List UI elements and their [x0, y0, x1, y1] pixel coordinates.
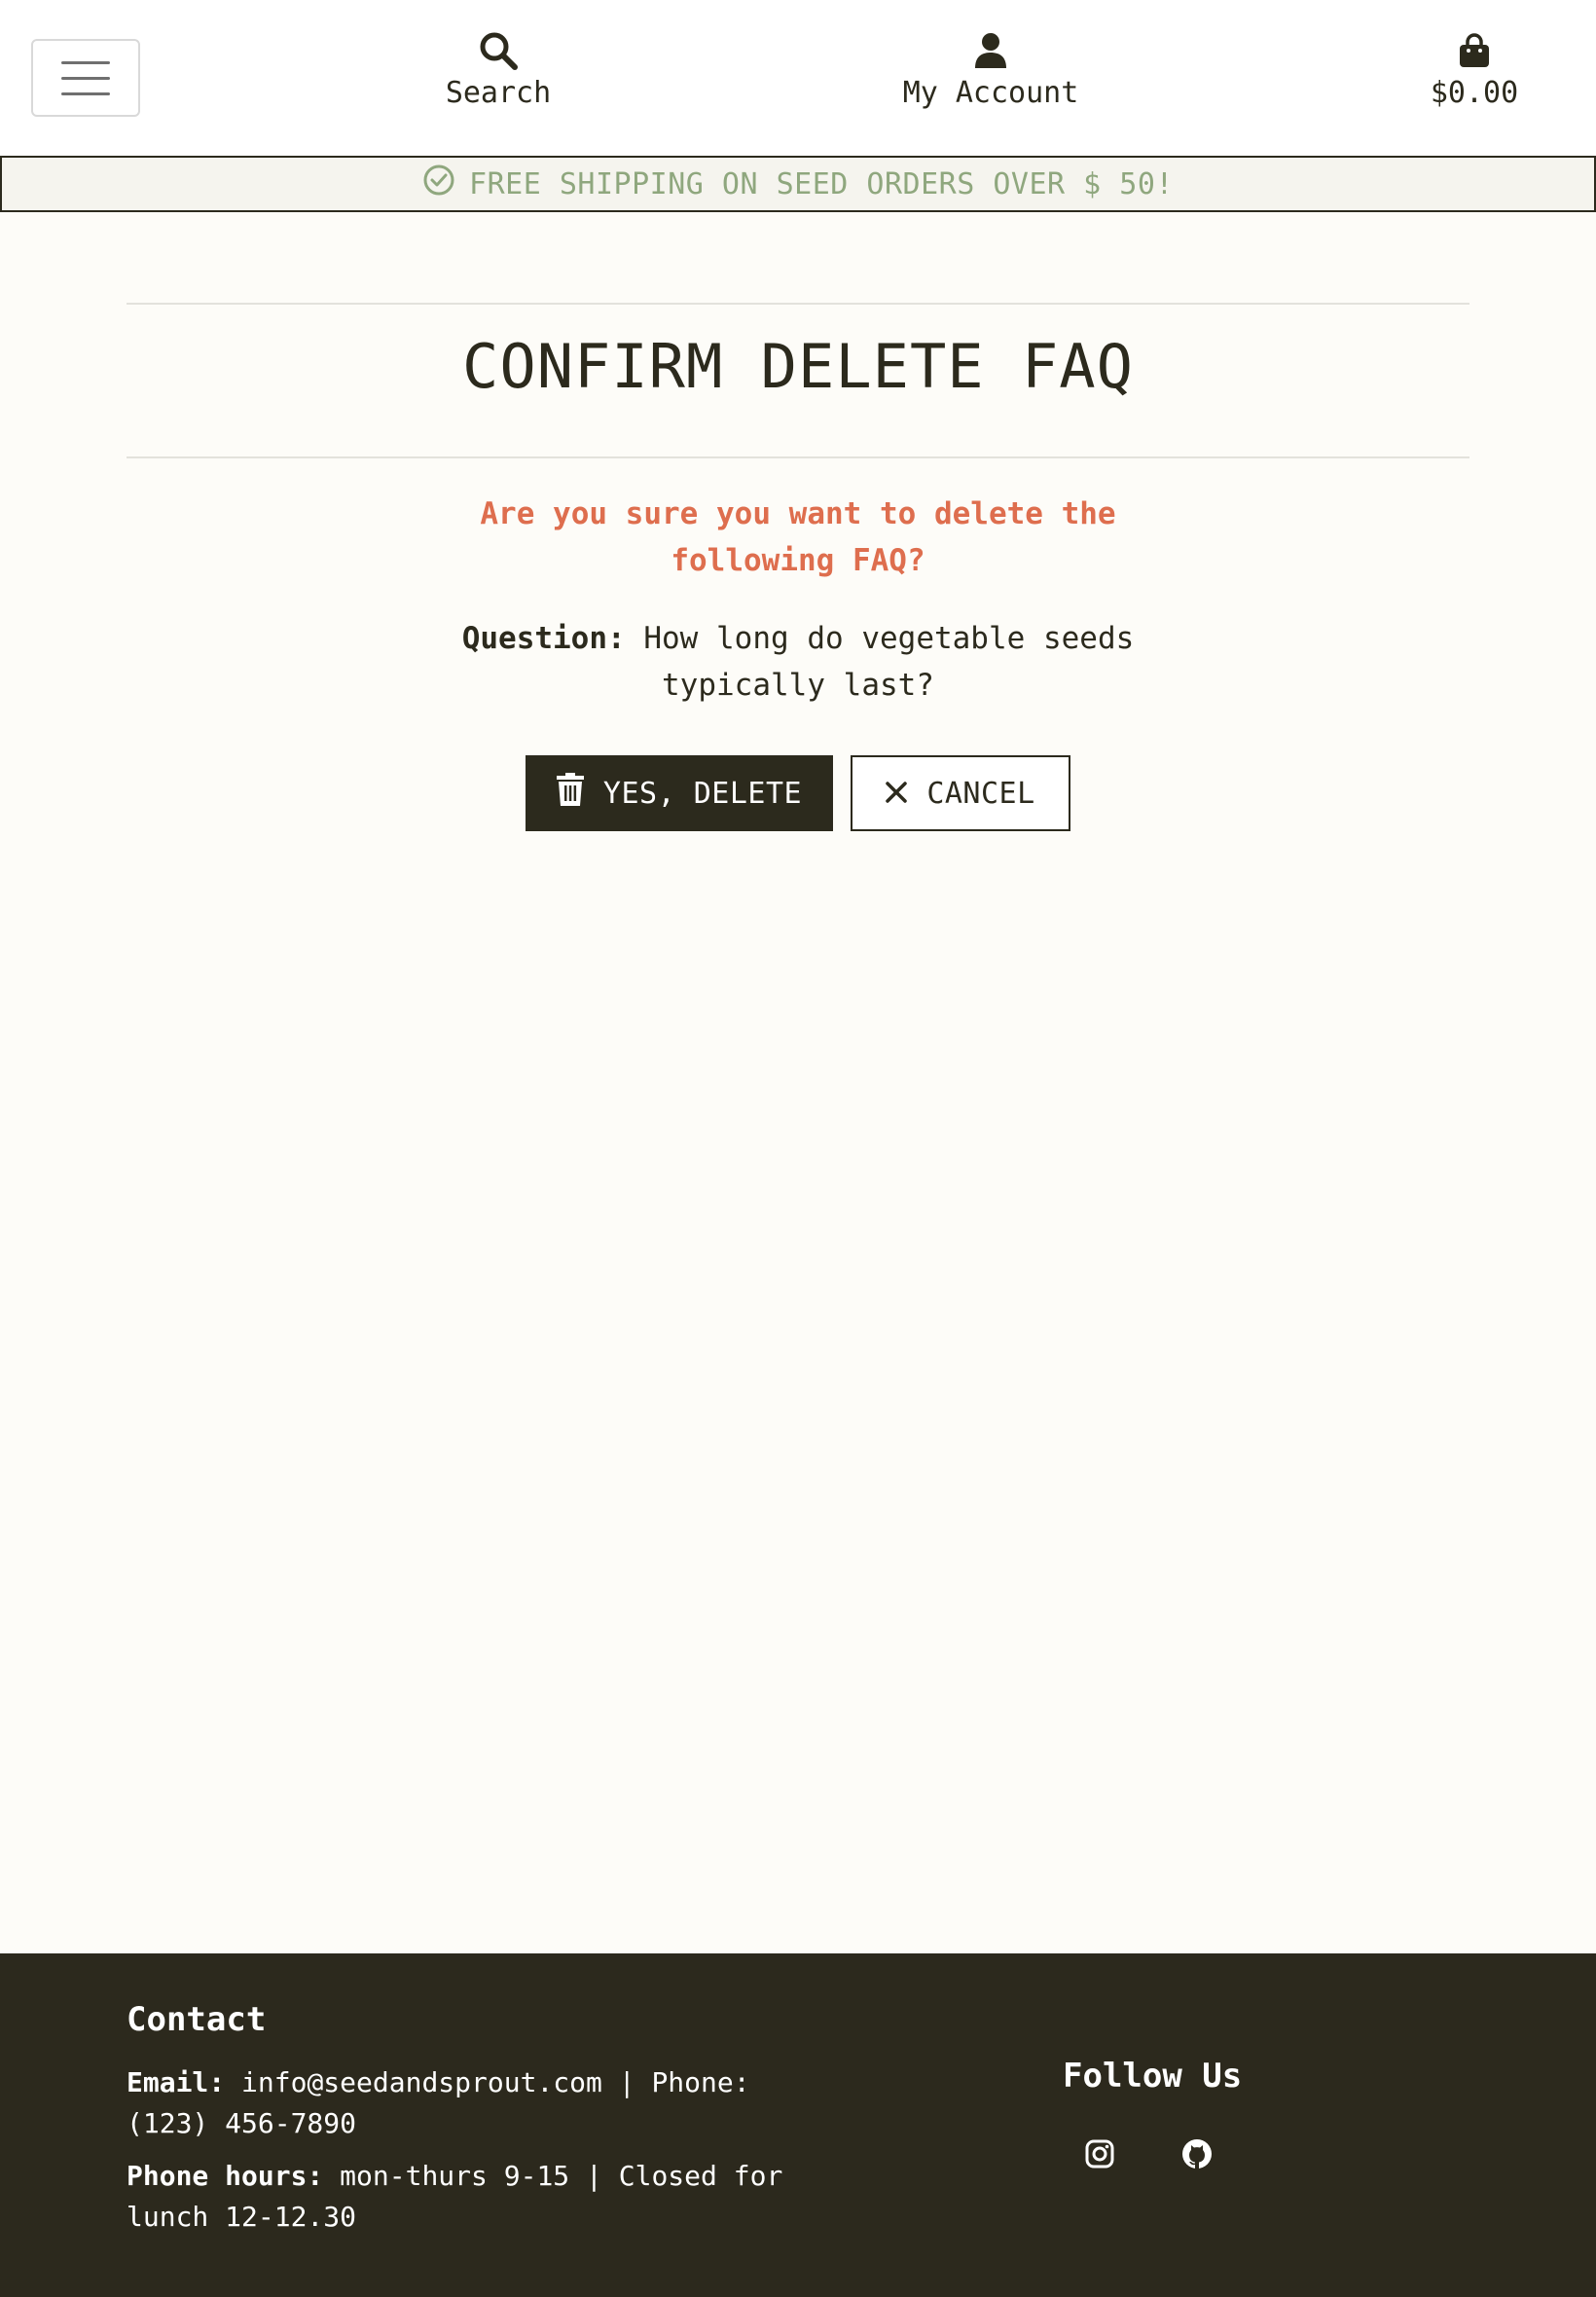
menu-toggle-button[interactable] [31, 39, 140, 117]
trash-icon [556, 773, 584, 814]
question-text: How long do vegetable seeds typically la… [643, 621, 1135, 703]
check-circle-icon [422, 164, 455, 204]
search-icon [478, 29, 519, 72]
site-footer: Contact Email: info@seedandsprout.com | … [0, 1953, 1596, 2297]
github-link[interactable] [1176, 2134, 1218, 2177]
user-icon [974, 29, 1007, 72]
yes-delete-label: YES, DELETE [602, 776, 803, 811]
shopping-bag-icon [1459, 29, 1490, 72]
instagram-link[interactable] [1078, 2134, 1121, 2177]
top-navigation: Search My Account $0.00 [0, 0, 1596, 156]
question-label: Question: [461, 621, 626, 656]
phone-hours-line: Phone hours: mon-thurs 9-15 | Closed for… [127, 2156, 788, 2238]
follow-us-heading: Follow Us [1063, 2057, 1243, 2096]
hamburger-icon [61, 60, 110, 64]
free-shipping-text: FREE SHIPPING ON SEED ORDERS OVER $ 50! [469, 166, 1174, 201]
title-divider-top [127, 303, 1469, 305]
page-title: CONFIRM DELETE FAQ [462, 331, 1134, 402]
cancel-label: CANCEL [926, 776, 1035, 811]
search-label: Search [445, 76, 552, 110]
github-icon [1181, 2138, 1213, 2173]
email-label: Email: [127, 2066, 226, 2098]
cart-link[interactable]: $0.00 [1401, 29, 1547, 110]
contact-email-line: Email: info@seedandsprout.com | Phone: (… [127, 2062, 788, 2144]
hamburger-icon-bar [61, 91, 110, 95]
yes-delete-button[interactable]: YES, DELETE [526, 755, 833, 831]
cart-total: $0.00 [1430, 76, 1519, 110]
my-account-link[interactable]: My Account [866, 29, 1115, 110]
cancel-button[interactable]: CANCEL [851, 755, 1070, 831]
delete-warning: Are you sure you want to delete the foll… [480, 496, 1116, 578]
close-icon [886, 777, 908, 811]
my-account-label: My Account [902, 76, 1079, 110]
contact-heading: Contact [127, 2000, 267, 2039]
hamburger-icon-bar [61, 76, 110, 80]
phone-hours-label: Phone hours: [127, 2160, 324, 2192]
faq-question: Question: How long do vegetable seeds ty… [457, 615, 1139, 709]
free-shipping-banner: FREE SHIPPING ON SEED ORDERS OVER $ 50! [0, 156, 1596, 212]
instagram-icon [1085, 2139, 1114, 2172]
title-divider-bottom [127, 456, 1469, 458]
search-link[interactable]: Search [418, 29, 578, 110]
